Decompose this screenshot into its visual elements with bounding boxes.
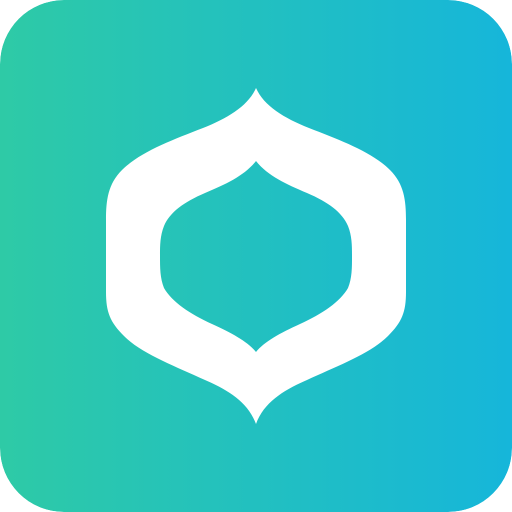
- app-icon[interactable]: [0, 0, 512, 512]
- app-icon-graphic: [0, 0, 512, 512]
- icon-background: [0, 0, 512, 512]
